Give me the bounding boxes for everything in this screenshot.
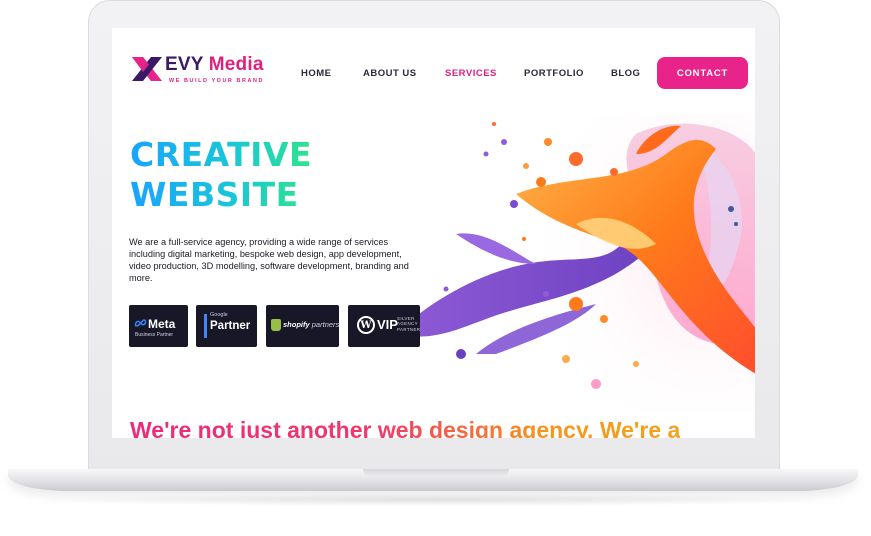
nav-item-home[interactable]: HOME <box>301 68 332 79</box>
shopify-badge-title: shopify <box>283 320 310 329</box>
hero-description: We are a full-service agency, providing … <box>129 237 409 283</box>
wordpress-vip-badge[interactable]: W VIP SILVER AGENCY PARTNER <box>348 305 420 347</box>
shopify-bag-icon <box>271 319 281 331</box>
shopify-partner-badge[interactable]: shopify partners <box>266 305 339 347</box>
google-partner-badge[interactable]: Google Partner <box>196 305 257 347</box>
nav-item-portfolio[interactable]: PORTFOLIO <box>524 68 584 79</box>
google-bar-icon <box>204 314 207 338</box>
nav-item-blog[interactable]: BLOG <box>611 68 640 79</box>
nav-item-about-us[interactable]: ABOUT US <box>363 68 417 79</box>
laptop-mockup: EVY Media WE BUILD YOUR BRAND HOME ABOUT… <box>0 0 871 536</box>
laptop-shadow <box>40 494 830 506</box>
contact-button[interactable]: CONTACT <box>657 57 748 89</box>
wordpress-badge-subtitle-2: AGENCY <box>397 321 418 327</box>
wordpress-badge-subtitle-1: SILVER <box>397 316 415 321</box>
hero-title-line-2: WEBSITE <box>130 175 299 214</box>
hero-title: CREATIVE WEBSITE <box>130 135 312 215</box>
wordpress-logo-icon: W <box>357 316 375 334</box>
wordpress-badge-title: VIP <box>377 317 398 332</box>
meta-partner-badge[interactable]: Meta Business Partner <box>129 305 188 347</box>
wordpress-badge-subtitle-3: PARTNER <box>397 326 421 332</box>
hero-title-line-1: CREATIVE <box>130 135 313 174</box>
shopify-badge-text: shopify partners <box>283 320 339 329</box>
laptop-notch <box>363 469 509 477</box>
meta-badge-subtitle: Business Partner <box>135 332 174 338</box>
shopify-badge-suffix: partners <box>311 320 340 329</box>
nav-item-services[interactable]: SERVICES <box>445 68 497 79</box>
google-badge-title: Partner <box>210 320 251 332</box>
google-badge-label: Google <box>210 312 228 318</box>
meta-logo-icon <box>134 319 147 327</box>
meta-badge-title: Meta <box>148 317 176 331</box>
section-heading: We're not just another web design agency… <box>130 417 680 438</box>
wordpress-badge-subtitle: SILVER AGENCY PARTNER <box>397 316 420 332</box>
website-screen: EVY Media WE BUILD YOUR BRAND HOME ABOUT… <box>112 28 755 438</box>
